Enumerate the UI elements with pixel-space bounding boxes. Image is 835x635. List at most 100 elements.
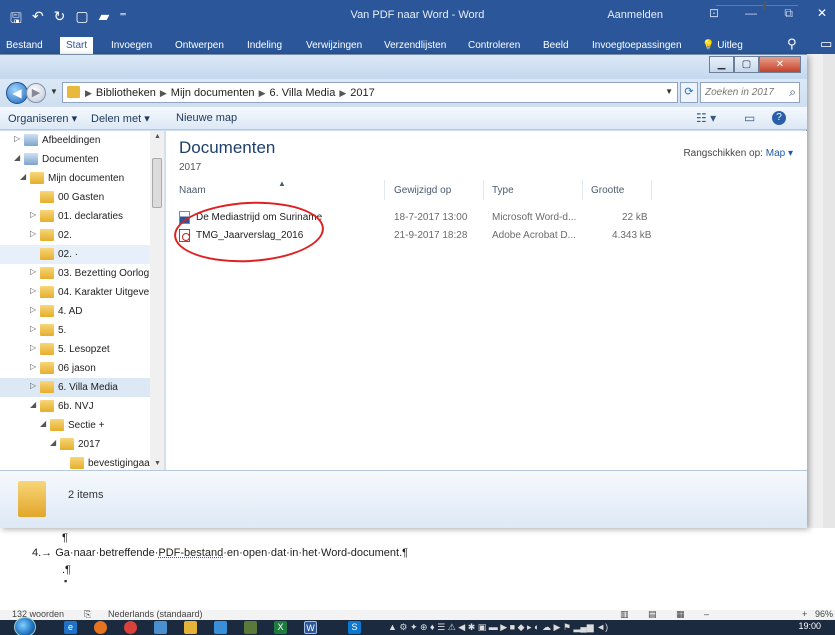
recent-pages-dropdown[interactable]: ▼ [50, 87, 58, 96]
column-divider[interactable] [651, 180, 652, 200]
column-header-name[interactable]: Naam [179, 185, 206, 196]
search-input[interactable] [705, 87, 785, 98]
expand-icon[interactable]: ▷ [30, 362, 36, 371]
close-icon[interactable]: ✕ [817, 6, 827, 20]
tab-start[interactable]: Start [60, 37, 94, 55]
scrollbar-thumb[interactable] [152, 158, 162, 208]
refresh-button[interactable]: ⟳ [680, 82, 698, 103]
view-options-icon[interactable]: ☷ ▾ [696, 111, 716, 125]
tree-item[interactable]: ◢ Documenten [0, 150, 150, 169]
expand-icon[interactable]: ▷ [14, 134, 20, 143]
explorer-titlebar[interactable]: ▁ ▢ ✕ [0, 55, 807, 79]
tree-item-selected[interactable]: ▷ 6. Villa Media [0, 378, 150, 397]
search-icon[interactable]: ⌕ [789, 85, 796, 100]
zoom-slider[interactable] [716, 5, 798, 6]
address-dropdown-icon[interactable]: ▼ [665, 87, 673, 96]
web-layout-icon[interactable]: ▦ [676, 609, 685, 620]
tab-invoegtoepassingen[interactable]: Invoegtoepassingen [592, 40, 682, 51]
media-icon[interactable] [154, 621, 167, 634]
scroll-up-icon[interactable]: ▲ [154, 133, 161, 140]
skype-icon[interactable]: S [348, 621, 361, 634]
tab-uitleg[interactable]: 💡 Uitleg [702, 40, 743, 51]
explorer-taskbar-icon[interactable] [184, 621, 197, 634]
ribbon-display-icon[interactable]: ⊡ [709, 6, 719, 20]
tree-item[interactable]: bevestigingaar [0, 454, 153, 470]
tree-item[interactable]: ▷ 5. [0, 321, 150, 340]
back-button[interactable]: ◀ [6, 82, 28, 104]
breadcrumb-item[interactable]: 6. Villa Media [269, 87, 335, 99]
breadcrumb-item[interactable]: Mijn documenten [171, 87, 255, 99]
breadcrumb-item[interactable]: Bibliotheken [96, 87, 156, 99]
tree-item[interactable]: ▷ 01. declaraties [0, 207, 150, 226]
tree-item[interactable]: ◢ Sectie + [0, 416, 150, 435]
expand-icon[interactable]: ▷ [30, 286, 36, 295]
print-layout-icon[interactable]: ▤ [648, 609, 657, 620]
minimize-icon[interactable]: — [745, 6, 757, 20]
tab-ontwerpen[interactable]: Ontwerpen [175, 40, 224, 51]
restore-icon[interactable]: ⧉ [784, 6, 793, 21]
tab-verzendlijsten[interactable]: Verzendlijsten [384, 40, 446, 51]
column-header-type[interactable]: Type [492, 185, 514, 196]
collapse-icon[interactable]: ◢ [50, 438, 56, 447]
collapse-icon[interactable]: ◢ [30, 400, 36, 409]
tree-item[interactable]: ▷ 02. [0, 226, 150, 245]
tab-indeling[interactable]: Indeling [247, 40, 282, 51]
expand-icon[interactable]: ▷ [30, 381, 36, 390]
tab-verwijzingen[interactable]: Verwijzingen [306, 40, 362, 51]
new-folder-button[interactable]: Nieuwe map [176, 112, 237, 124]
expand-icon[interactable]: ▷ [30, 305, 36, 314]
word-vertical-scrollbar[interactable] [823, 54, 835, 610]
organize-button[interactable]: Organiseren ▾ [8, 112, 77, 125]
forward-button[interactable]: ▶ [26, 83, 46, 103]
signin-link[interactable]: Aanmelden [607, 9, 663, 21]
file-row[interactable]: TMG_Jaarverslag_2016 21-9-2017 18:28 Ado… [166, 227, 807, 245]
share-button[interactable]: Delen met ▾ [91, 112, 150, 125]
column-header-size[interactable]: Grootte [591, 185, 624, 196]
expand-icon[interactable]: ▷ [30, 324, 36, 333]
expand-icon[interactable]: ▷ [30, 229, 36, 238]
paint-icon[interactable] [244, 621, 257, 634]
read-mode-icon[interactable]: ▥ [620, 609, 629, 620]
user-icon[interactable]: ⚲ [787, 36, 797, 52]
zoom-slider-thumb[interactable] [762, 1, 766, 10]
breadcrumb-item[interactable]: 2017 [350, 87, 374, 99]
tree-item[interactable]: ◢ 6b. NVJ [0, 397, 150, 416]
zoom-in-icon[interactable]: + [802, 609, 807, 619]
address-bar[interactable]: ▶ Bibliotheken ▶ Mijn documenten ▶ 6. Vi… [62, 82, 678, 103]
app-icon[interactable] [214, 621, 227, 634]
file-row[interactable]: De Mediastrijd om Suriname 18-7-2017 13:… [166, 209, 807, 227]
firefox-icon[interactable] [94, 621, 107, 634]
scroll-down-icon[interactable]: ▼ [154, 460, 161, 467]
column-header-modified[interactable]: Gewijzigd op [394, 185, 451, 196]
zoom-out-icon[interactable]: – [704, 609, 709, 619]
word-page[interactable]: ¶ 4.→ Ga·naar·betreffende·PDF-bestand·en… [0, 528, 835, 610]
help-icon[interactable]: ? [772, 111, 786, 125]
tab-controleren[interactable]: Controleren [468, 40, 520, 51]
collapse-icon[interactable]: ◢ [14, 153, 20, 162]
expand-icon[interactable]: ▷ [30, 267, 36, 276]
comment-icon[interactable]: ▭ [820, 36, 832, 52]
explorer-close-button[interactable]: ✕ [759, 56, 801, 73]
tree-item[interactable]: ▷ Afbeeldingen [0, 131, 150, 150]
tree-item[interactable]: ▷ 06 jason [0, 359, 150, 378]
excel-icon[interactable]: X [274, 621, 287, 634]
arrange-dropdown[interactable]: Map ▾ [766, 148, 793, 159]
explorer-minimize-button[interactable]: ▁ [709, 56, 734, 73]
chrome-icon[interactable] [124, 621, 137, 634]
tree-item[interactable]: ◢ Mijn documenten [0, 169, 150, 188]
collapse-icon[interactable]: ◢ [20, 172, 26, 181]
tree-item[interactable]: ▷ 4. AD [0, 302, 150, 321]
tree-item[interactable]: 02. · [0, 245, 150, 264]
preview-pane-icon[interactable]: ▭ [744, 111, 755, 125]
explorer-maximize-button[interactable]: ▢ [734, 56, 759, 73]
tab-bestand[interactable]: Bestand [6, 40, 43, 51]
tray-clock[interactable]: 19:00 [798, 621, 821, 631]
tray-icons[interactable]: ▲ ⚙ ✦ ⊕ ♦ ☰ ⚠ ◀ ✱ ▣ ▬ ▶ ■ ◆ ▸ ◐ ☁ ▶ ⚑ ▂▄… [388, 622, 608, 633]
tree-item[interactable]: ▷ 5. Lesopzet [0, 340, 150, 359]
expand-icon[interactable]: ▷ [30, 343, 36, 352]
ie-icon[interactable]: e [64, 621, 77, 634]
collapse-icon[interactable]: ◢ [40, 419, 46, 428]
tree-item[interactable]: 00 Gasten [0, 188, 150, 207]
tree-item[interactable]: ▷ 03. Bezetting Oorlog [0, 264, 150, 283]
language-status[interactable]: Nederlands (standaard) [108, 609, 203, 619]
